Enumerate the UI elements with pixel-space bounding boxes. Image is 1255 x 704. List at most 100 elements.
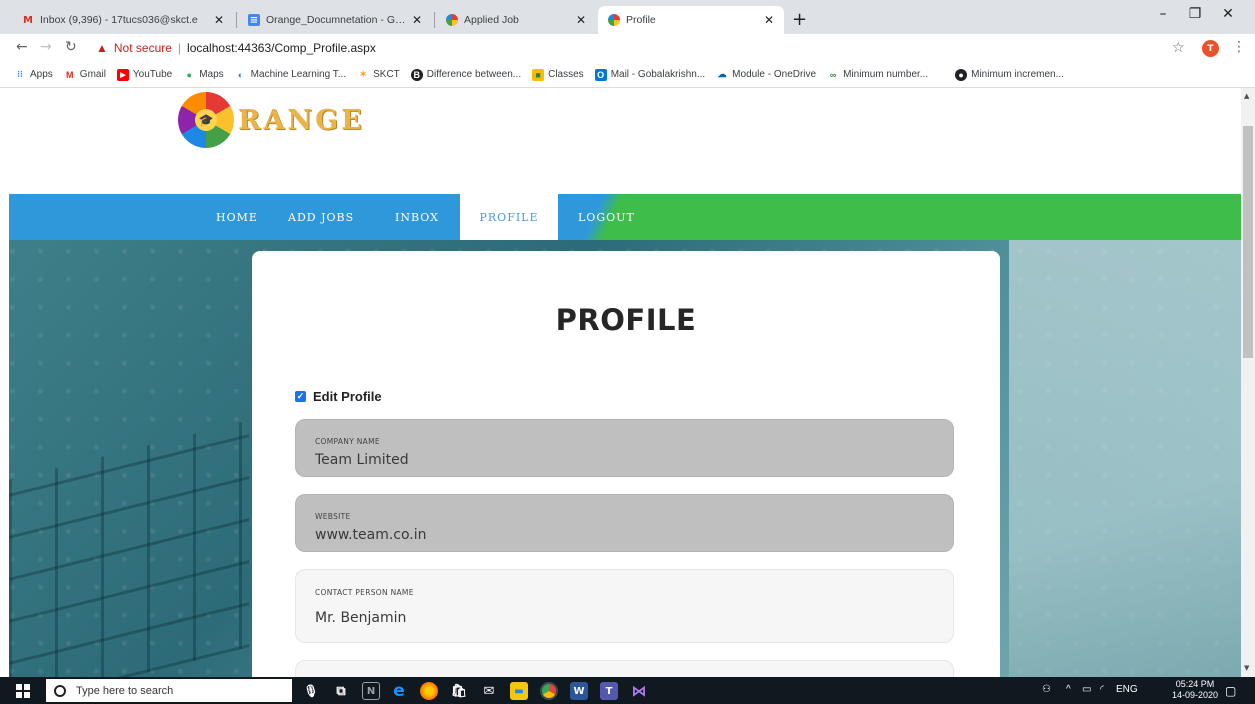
bookmark-apps[interactable]: ⁝⁝ Apps [14,69,53,81]
menu-kebab-icon[interactable]: ⋮ [1232,39,1246,55]
battery-icon[interactable]: ▭ [1082,684,1091,695]
back-arrow-icon[interactable]: ← [16,39,28,55]
docs-icon: ≡ [248,14,260,26]
tab-separator [236,12,237,28]
address-bar[interactable]: ▲ Not secure | localhost:44363/Comp_Prof… [96,36,1196,60]
tab-applied-job[interactable]: Applied Job ✕ [436,6,596,34]
bookmark-gmail[interactable]: M Gmail [64,69,106,81]
window-close-button[interactable]: ✕ [1213,6,1243,22]
maps-pin-icon: ● [186,69,192,80]
gmail-icon: M [66,69,74,80]
nav-logout[interactable]: LOGOUT [558,194,655,240]
page-title: PROFILE [555,303,697,337]
forward-arrow-icon[interactable]: → [40,39,52,55]
reload-icon[interactable]: ↻ [65,39,77,55]
bookmark-difference-between[interactable]: B Difference between... [410,68,521,81]
skct-icon: ✶ [359,69,367,79]
warning-triangle-icon: ▲ [96,41,108,55]
browser-tab-strip: M Inbox (9,396) - 17tucs036@skct.e ✕ ≡ O… [0,0,1255,34]
tab-gmail-inbox[interactable]: M Inbox (9,396) - 17tucs036@skct.e ✕ [12,6,234,34]
main-nav: HOME ADD JOBS INBOX PROFILE LOGOUT [9,194,1241,240]
next-form-field[interactable] [295,660,954,677]
file-explorer-icon[interactable]: ▬ [510,682,528,700]
bookmark-star-icon[interactable]: ☆ [1172,40,1185,56]
nav-home[interactable]: HOME [196,194,278,240]
taskbar-search-box[interactable]: Type here to search [46,679,292,702]
firefox-icon[interactable] [420,682,438,700]
scrollbar-thumb[interactable] [1243,126,1253,358]
bookmark-mail[interactable]: O Mail - Gobalakrishn... [594,68,705,81]
page-scrollbar[interactable]: ▲ ▼ [1241,88,1255,677]
scroll-down-arrow-icon[interactable]: ▼ [1244,664,1249,672]
visual-studio-icon[interactable]: ⋈ [630,682,648,700]
bookmark-minimum-number[interactable]: ∞ Minimum number... [827,69,928,81]
language-indicator[interactable]: ENG [1116,684,1138,695]
bookmark-classes[interactable]: ■ Classes [532,68,584,81]
bookmark-onedrive[interactable]: ☁ Module - OneDrive [716,69,816,81]
website-field[interactable]: WEBSITE www.team.co.in [295,494,954,552]
nav-profile[interactable]: PROFILE [460,194,558,240]
bookmark-youtube[interactable]: ▶ YouTube [116,68,172,81]
contact-person-name-field[interactable]: CONTACT PERSON NAME Mr. Benjamin [295,569,954,643]
onenote-icon[interactable]: N [362,682,380,700]
mail-envelope-icon[interactable]: ✉ [480,682,498,700]
microphone-icon[interactable]: 🎙 [302,682,320,700]
profile-card: PROFILE ✓ Edit Profile COMPANY NAME Team… [252,251,1000,677]
url-text: localhost:44363/Comp_Profile.aspx [187,41,376,55]
bookmark-machine-learning[interactable]: ◐ Machine Learning T... [235,69,346,81]
company-name-field[interactable]: COMPANY NAME Team Limited [295,419,954,477]
youtube-icon: ▶ [116,68,129,81]
nav-inbox[interactable]: INBOX [375,194,459,240]
orange-logo-icon [446,14,458,26]
edge-icon[interactable]: e [390,681,408,701]
task-view-icon[interactable]: ⧉ [332,682,350,700]
site-logo[interactable]: 🎓 RANGE [178,92,365,148]
bookmark-skct[interactable]: ✶ SKCT [357,69,399,81]
classroom-icon: ■ [532,68,545,81]
logo-text: RANGE [238,104,365,136]
windows-taskbar: Type here to search 🎙 ⧉ N e 🛍 ✉ ▬ W T ⋈ … [0,677,1255,704]
edit-profile-toggle[interactable]: ✓ Edit Profile [295,389,382,404]
tab-profile[interactable]: Profile ✕ [598,6,784,34]
store-bag-icon[interactable]: 🛍 [450,682,468,700]
new-tab-button[interactable]: + [792,9,807,30]
b-icon: B [410,68,423,81]
profile-avatar[interactable]: T [1202,40,1219,57]
nav-add-jobs[interactable]: ADD JOBS [268,194,374,240]
bookmark-minimum-increment[interactable]: ● Minimum incremen... [955,68,1064,81]
orange-logo-icon: 🎓 [178,92,234,148]
orange-logo-icon [608,14,620,26]
notification-center-icon[interactable]: ▢ [1225,684,1236,698]
divider: | [177,41,182,55]
graduation-cap-icon: 🎓 [195,109,217,131]
teams-icon[interactable]: T [600,682,618,700]
gmail-icon: M [23,14,33,26]
taskbar-clock[interactable]: 05:24 PM 14-09-2020 [1172,679,1218,701]
people-icon[interactable]: ⚇ [1042,684,1051,695]
website-value: www.team.co.in [315,527,427,543]
contact-person-name-value: Mr. Benjamin [315,610,407,626]
tab-orange-documentation[interactable]: ≡ Orange_Documnetation - Googl ✕ [238,6,432,34]
close-icon[interactable]: ✕ [412,13,422,27]
apps-grid-icon: ⁝⁝ [17,69,23,79]
company-name-value: Team Limited [315,452,409,468]
bookmark-maps[interactable]: ● Maps [183,69,224,81]
tab-separator [434,12,435,28]
wifi-icon[interactable]: ◜ [1100,684,1104,695]
cortana-circle-icon [54,684,66,697]
close-icon[interactable]: ✕ [576,13,586,27]
browser-toolbar: ← → ↻ ▲ Not secure | localhost:44363/Com… [0,34,1255,62]
scroll-up-arrow-icon[interactable]: ▲ [1244,92,1249,100]
github-icon: ● [955,68,968,81]
word-icon[interactable]: W [570,682,588,700]
close-icon[interactable]: ✕ [764,13,774,27]
checkbox-checked-icon[interactable]: ✓ [295,391,306,402]
windows-start-icon[interactable] [16,684,30,698]
tray-chevron-up-icon[interactable]: ^ [1066,684,1071,695]
close-icon[interactable]: ✕ [214,13,224,27]
maximize-button[interactable]: ❐ [1180,6,1210,22]
calendar-photo-detail [1009,240,1241,677]
page-viewport: 🎓 RANGE HOME ADD JOBS INBOX PROFILE LOGO… [0,88,1241,677]
minimize-button[interactable]: – [1148,6,1178,22]
chrome-icon[interactable] [540,682,558,700]
